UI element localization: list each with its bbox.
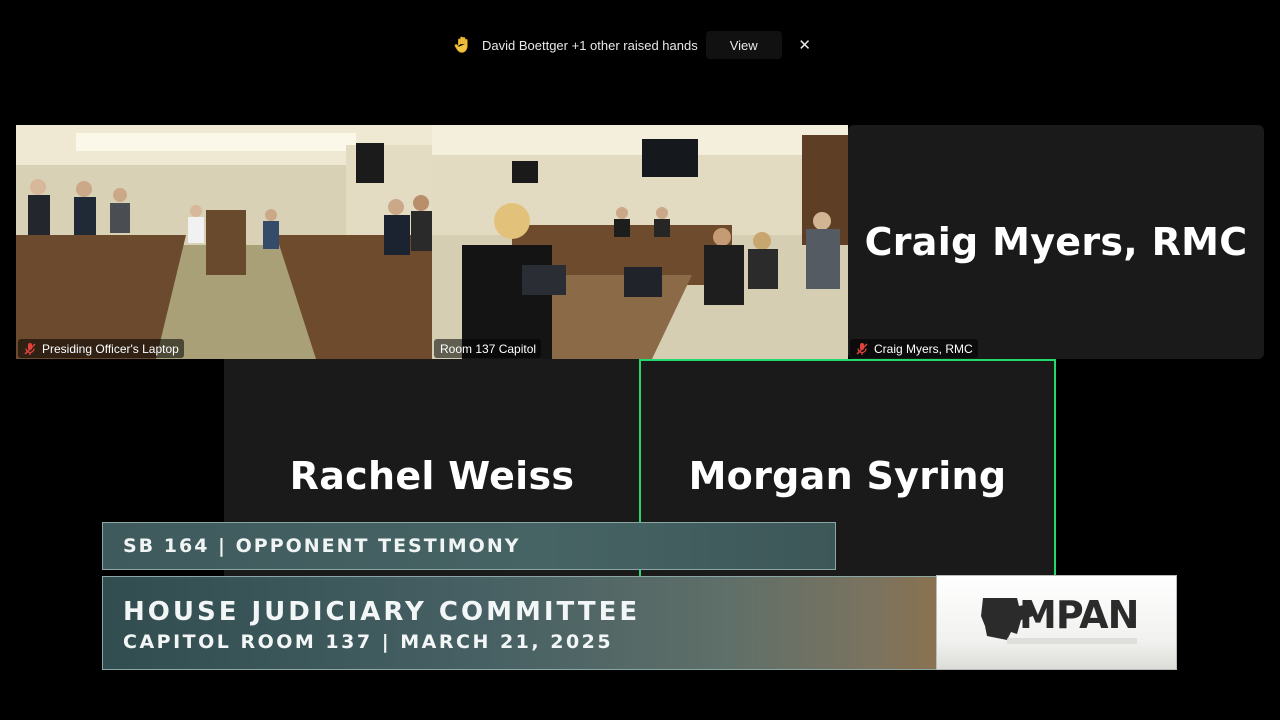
tile-name: Presiding Officer's Laptop: [42, 341, 179, 356]
hearing-location-date: CAPITOL ROOM 137 | MARCH 21, 2025: [123, 631, 614, 653]
hearing-room-video: [16, 125, 432, 359]
tile-label: Presiding Officer's Laptop: [18, 339, 184, 358]
montana-state-icon: MPAN: [981, 593, 1139, 644]
raised-hands-message: David Boettger +1 other raised hands: [482, 37, 698, 53]
video-tile-craig-myers[interactable]: Craig Myers, RMC Craig Myers, RMC: [848, 125, 1264, 359]
committee-name: HOUSE JUDICIARY COMMITTEE: [123, 597, 641, 627]
mic-muted-icon: [856, 342, 868, 355]
video-tile-presiding-officer[interactable]: Presiding Officer's Laptop: [16, 125, 432, 359]
view-raised-hands-button[interactable]: View: [705, 31, 782, 59]
raised-hands-notification: David Boettger +1 other raised hands Vie…: [452, 30, 816, 60]
close-icon[interactable]: ✕: [794, 34, 816, 56]
committee-room-video: [432, 125, 848, 359]
raised-hand-icon: [454, 36, 468, 53]
committee-banner: HOUSE JUDICIARY COMMITTEE CAPITOL ROOM 1…: [102, 576, 937, 670]
tile-label: Room 137 Capitol: [434, 339, 542, 358]
participant-display-name: Rachel Weiss: [289, 454, 575, 498]
tile-label: Craig Myers, RMC: [850, 339, 978, 358]
video-tile-room-137[interactable]: Room 137 Capitol: [432, 125, 848, 359]
tile-name: Room 137 Capitol: [440, 341, 537, 356]
bill-testimony-title: SB 164 | OPPONENT TESTIMONY: [123, 535, 521, 557]
tile-name: Craig Myers, RMC: [874, 341, 973, 356]
bill-banner: SB 164 | OPPONENT TESTIMONY: [102, 522, 836, 570]
mic-muted-icon: [24, 342, 36, 355]
participant-display-name: Morgan Syring: [688, 454, 1007, 498]
participant-display-name: Craig Myers, RMC: [864, 220, 1248, 264]
mpan-logo: MPAN: [936, 575, 1177, 670]
logo-text: MPAN: [1019, 593, 1138, 637]
